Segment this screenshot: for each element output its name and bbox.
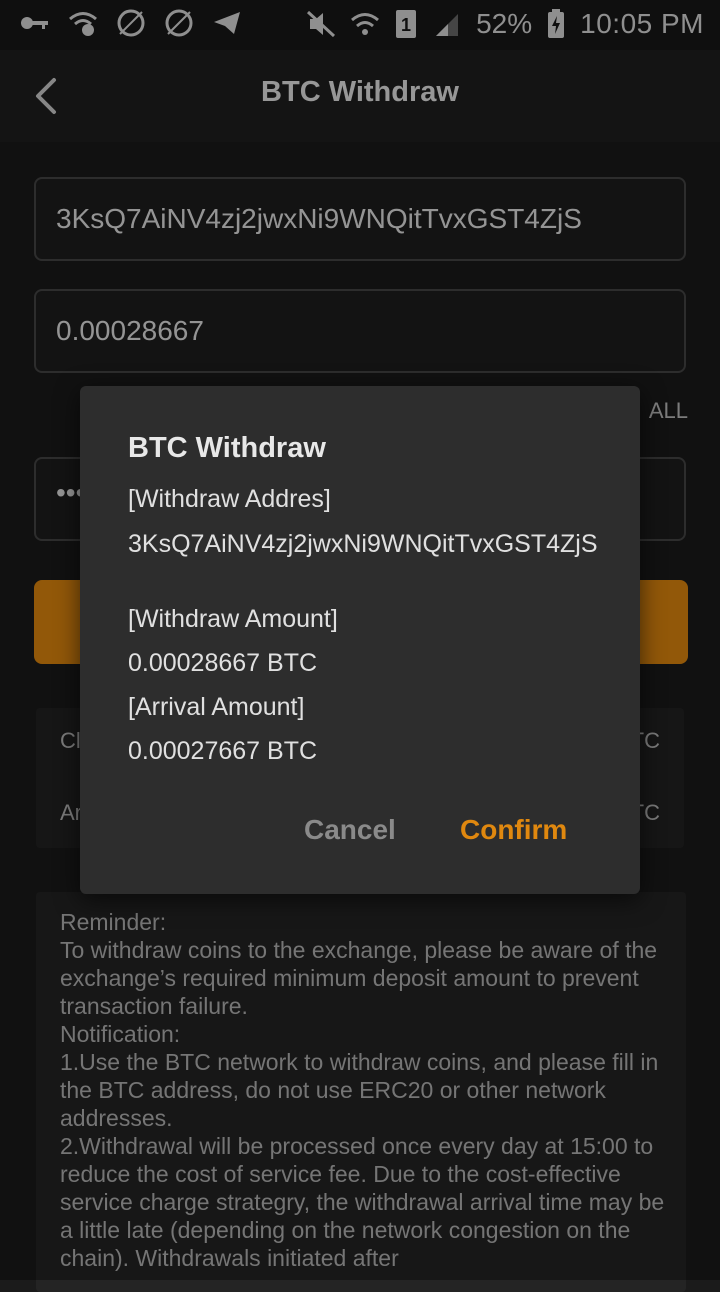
dialog-amount-value: 0.00028667 BTC (128, 649, 318, 677)
dialog-arrival-label: [Arrival Amount] (128, 693, 305, 721)
confirm-button[interactable]: Confirm (460, 814, 567, 846)
dialog-address-label: [Withdraw Addres] (128, 485, 331, 513)
dialog-address-value: 3KsQ7AiNV4zj2jwxNi9WNQitTvxGST4ZjS (128, 530, 598, 558)
withdraw-confirm-dialog: BTC Withdraw [Withdraw Addres] 3KsQ7AiNV… (80, 386, 640, 894)
dialog-arrival-value: 0.00027667 BTC (128, 737, 318, 765)
dialog-amount-label: [Withdraw Amount] (128, 605, 338, 633)
dialog-title: BTC Withdraw (128, 432, 326, 464)
cancel-button[interactable]: Cancel (304, 814, 396, 846)
